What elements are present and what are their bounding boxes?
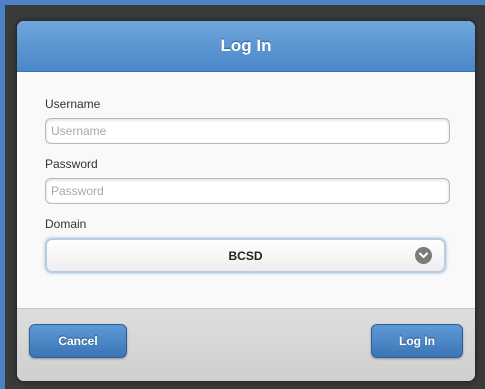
login-button[interactable]: Log In bbox=[371, 324, 463, 358]
login-form: Username Password Domain BCSD bbox=[17, 72, 475, 328]
dialog-footer: Cancel Log In bbox=[17, 308, 475, 381]
dialog-title: Log In bbox=[220, 36, 272, 55]
domain-selected-value: BCSD bbox=[228, 248, 263, 263]
background-edge-left bbox=[0, 0, 5, 389]
username-input[interactable] bbox=[45, 118, 450, 144]
window-frame: Log In Username Password Domain BCSD Can… bbox=[0, 0, 485, 389]
background-edge-top bbox=[0, 0, 485, 5]
password-label: Password bbox=[45, 157, 98, 171]
login-dialog: Log In Username Password Domain BCSD Can… bbox=[17, 21, 475, 381]
chevron-down-icon bbox=[415, 247, 432, 264]
password-input[interactable] bbox=[45, 178, 450, 204]
domain-select[interactable]: BCSD bbox=[45, 238, 446, 273]
username-label: Username bbox=[45, 97, 101, 111]
cancel-button[interactable]: Cancel bbox=[29, 324, 127, 358]
dialog-header: Log In bbox=[17, 21, 475, 72]
domain-label: Domain bbox=[45, 217, 87, 231]
